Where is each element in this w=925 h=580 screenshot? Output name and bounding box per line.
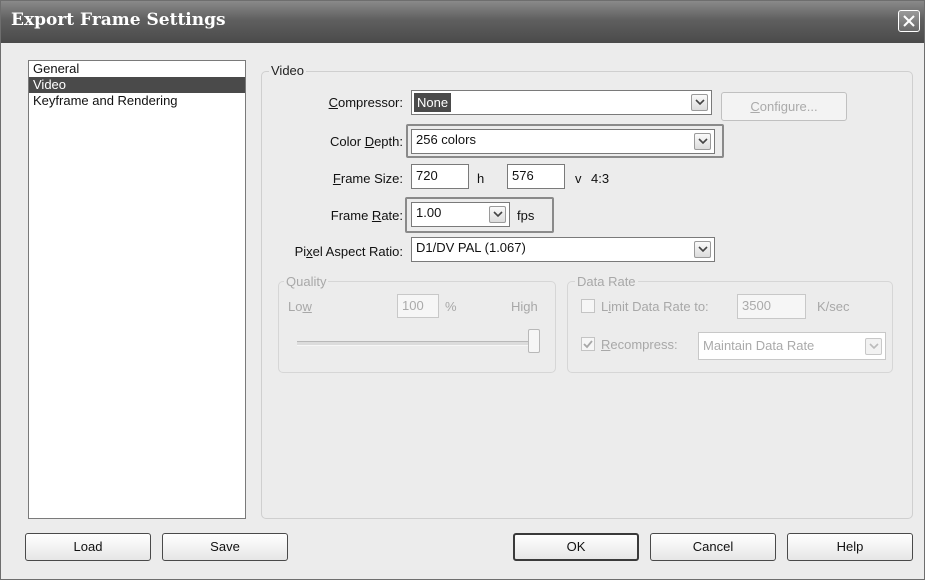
- chevron-down-icon: [869, 343, 879, 350]
- chevron-down-icon: [698, 246, 708, 253]
- recompress-select[interactable]: Maintain Data Rate: [698, 332, 886, 360]
- chevron-down-icon: [698, 138, 708, 145]
- pixel-aspect-label: Pixel Aspect Ratio:: [294, 244, 403, 259]
- category-video[interactable]: Video: [29, 77, 245, 93]
- checkmark-icon: [583, 340, 593, 349]
- cancel-button[interactable]: Cancel: [650, 533, 776, 561]
- recompress-dropdown-arrow[interactable]: [865, 338, 882, 355]
- export-frame-settings-dialog: Export Frame Settings General Video Keyf…: [0, 0, 925, 580]
- pixel-aspect-dropdown-arrow[interactable]: [694, 241, 711, 258]
- configure-button[interactable]: Configure...: [721, 92, 847, 121]
- frame-rate-label: Frame Rate:: [330, 208, 403, 223]
- ok-button[interactable]: OK: [513, 533, 639, 561]
- color-depth-select[interactable]: 256 colors: [411, 129, 715, 154]
- frame-width-input[interactable]: 720: [411, 164, 469, 189]
- frame-size-v-label: v: [575, 171, 582, 186]
- quality-group-label: Quality: [284, 274, 329, 289]
- data-rate-group-label: Data Rate: [575, 274, 638, 289]
- quality-percent-label: %: [445, 299, 457, 314]
- recompress-value: Maintain Data Rate: [703, 338, 815, 353]
- limit-data-rate-unit: K/sec: [817, 299, 850, 314]
- quality-slider-thumb[interactable]: [528, 329, 540, 353]
- chevron-down-icon: [493, 211, 503, 218]
- frame-rate-unit: fps: [517, 208, 535, 223]
- frame-rate-select[interactable]: 1.00: [411, 202, 510, 227]
- color-depth-value: 256 colors: [416, 132, 476, 147]
- help-button[interactable]: Help: [787, 533, 913, 561]
- frame-size-h-label: h: [477, 171, 485, 186]
- frame-height-input[interactable]: 576: [507, 164, 565, 189]
- chevron-down-icon: [695, 99, 705, 106]
- compressor-label: Compressor:: [328, 95, 403, 110]
- recompress-label: Recompress:: [601, 337, 678, 352]
- close-button[interactable]: [898, 10, 920, 32]
- quality-slider-track[interactable]: [297, 341, 537, 346]
- category-general[interactable]: General: [29, 61, 245, 77]
- pixel-aspect-select[interactable]: D1/DV PAL (1.067): [411, 237, 715, 262]
- compressor-select[interactable]: None: [411, 90, 712, 115]
- title-bar[interactable]: Export Frame Settings: [1, 1, 924, 43]
- color-depth-dropdown-arrow[interactable]: [694, 133, 711, 150]
- quality-high-label: High: [511, 299, 538, 314]
- limit-data-rate-input[interactable]: 3500: [737, 294, 806, 319]
- compressor-value: None: [414, 93, 452, 112]
- load-button[interactable]: Load: [25, 533, 151, 561]
- quality-value-input[interactable]: 100: [397, 294, 439, 318]
- compressor-dropdown-arrow[interactable]: [691, 94, 708, 111]
- frame-rate-value: 1.00: [416, 205, 442, 220]
- quality-low-label: Low: [288, 299, 312, 314]
- limit-data-rate-checkbox[interactable]: [581, 299, 595, 313]
- category-list[interactable]: General Video Keyframe and Rendering: [28, 60, 246, 519]
- video-group-label: Video: [269, 63, 307, 78]
- pixel-aspect-value: D1/DV PAL (1.067): [416, 240, 526, 255]
- frame-size-label: Frame Size:: [332, 171, 403, 186]
- save-button[interactable]: Save: [162, 533, 288, 561]
- recompress-checkbox[interactable]: [581, 337, 595, 351]
- frame-aspect-label: 4:3: [591, 171, 610, 186]
- category-keyframe-rendering[interactable]: Keyframe and Rendering: [29, 93, 245, 109]
- close-icon: [903, 15, 915, 27]
- frame-rate-dropdown-arrow[interactable]: [489, 206, 506, 223]
- dialog-title: Export Frame Settings: [11, 10, 226, 30]
- color-depth-label: Color Depth:: [330, 134, 403, 149]
- limit-data-rate-label: Limit Data Rate to:: [601, 299, 709, 314]
